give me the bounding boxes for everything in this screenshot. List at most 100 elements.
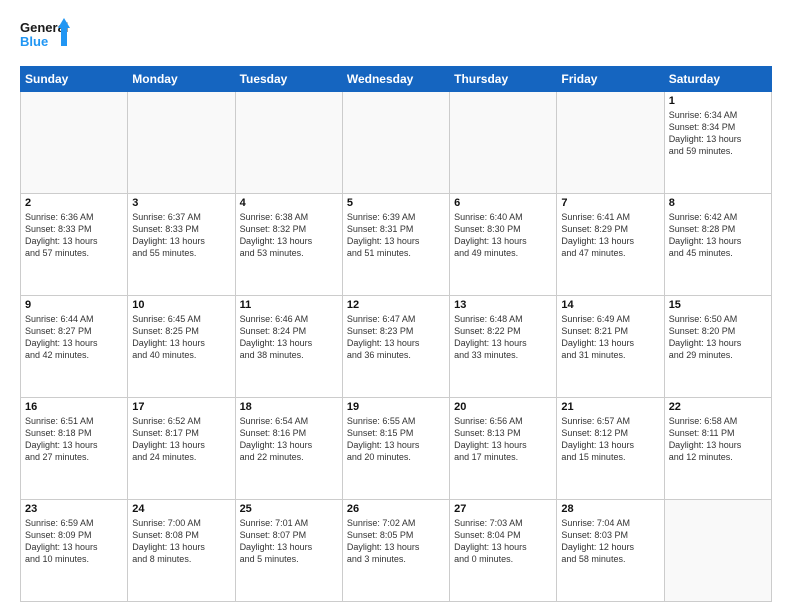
- day-info: Sunrise: 7:01 AM Sunset: 8:07 PM Dayligh…: [240, 517, 338, 566]
- day-info: Sunrise: 6:48 AM Sunset: 8:22 PM Dayligh…: [454, 313, 552, 362]
- day-info: Sunrise: 7:04 AM Sunset: 8:03 PM Dayligh…: [561, 517, 659, 566]
- day-info: Sunrise: 6:59 AM Sunset: 8:09 PM Dayligh…: [25, 517, 123, 566]
- day-info: Sunrise: 6:45 AM Sunset: 8:25 PM Dayligh…: [132, 313, 230, 362]
- day-number: 24: [132, 503, 230, 515]
- calendar-cell: 23 Sunrise: 6:59 AM Sunset: 8:09 PM Dayli…: [21, 500, 128, 602]
- logo: General Blue: [20, 16, 70, 58]
- calendar-cell: 18 Sunrise: 6:54 AM Sunset: 8:16 PM Dayli…: [235, 398, 342, 500]
- calendar-cell: [128, 92, 235, 194]
- page: General Blue SundayMondayTuesdayWednesda…: [0, 0, 792, 612]
- day-info: Sunrise: 6:49 AM Sunset: 8:21 PM Dayligh…: [561, 313, 659, 362]
- calendar-cell: 20 Sunrise: 6:56 AM Sunset: 8:13 PM Dayli…: [450, 398, 557, 500]
- day-info: Sunrise: 7:00 AM Sunset: 8:08 PM Dayligh…: [132, 517, 230, 566]
- day-number: 14: [561, 299, 659, 311]
- day-number: 13: [454, 299, 552, 311]
- day-number: 7: [561, 197, 659, 209]
- day-info: Sunrise: 6:51 AM Sunset: 8:18 PM Dayligh…: [25, 415, 123, 464]
- calendar-cell: 8 Sunrise: 6:42 AM Sunset: 8:28 PM Daylig…: [664, 194, 771, 296]
- calendar-cell: 4 Sunrise: 6:38 AM Sunset: 8:32 PM Daylig…: [235, 194, 342, 296]
- day-info: Sunrise: 6:56 AM Sunset: 8:13 PM Dayligh…: [454, 415, 552, 464]
- day-number: 11: [240, 299, 338, 311]
- day-number: 2: [25, 197, 123, 209]
- day-number: 1: [669, 95, 767, 107]
- calendar-day-header: Monday: [128, 67, 235, 92]
- calendar-header-row: SundayMondayTuesdayWednesdayThursdayFrid…: [21, 67, 772, 92]
- calendar-cell: [21, 92, 128, 194]
- calendar-day-header: Friday: [557, 67, 664, 92]
- day-number: 4: [240, 197, 338, 209]
- calendar-day-header: Wednesday: [342, 67, 449, 92]
- day-number: 19: [347, 401, 445, 413]
- calendar-cell: 24 Sunrise: 7:00 AM Sunset: 8:08 PM Dayli…: [128, 500, 235, 602]
- calendar-cell: 27Sunrise: 7:03 AM Sunset: 8:04 PM Dayli…: [450, 500, 557, 602]
- calendar-cell: 14 Sunrise: 6:49 AM Sunset: 8:21 PM Dayli…: [557, 296, 664, 398]
- calendar-week-row: 1 Sunrise: 6:34 AM Sunset: 8:34 PM Daylig…: [21, 92, 772, 194]
- day-info: Sunrise: 6:50 AM Sunset: 8:20 PM Dayligh…: [669, 313, 767, 362]
- calendar-day-header: Tuesday: [235, 67, 342, 92]
- calendar-week-row: 16 Sunrise: 6:51 AM Sunset: 8:18 PM Dayli…: [21, 398, 772, 500]
- day-number: 9: [25, 299, 123, 311]
- logo-svg: General Blue: [20, 16, 70, 58]
- day-number: 18: [240, 401, 338, 413]
- day-info: Sunrise: 6:39 AM Sunset: 8:31 PM Dayligh…: [347, 211, 445, 260]
- day-info: Sunrise: 6:47 AM Sunset: 8:23 PM Dayligh…: [347, 313, 445, 362]
- calendar-cell: 7Sunrise: 6:41 AM Sunset: 8:29 PM Daylig…: [557, 194, 664, 296]
- calendar-cell: 2 Sunrise: 6:36 AM Sunset: 8:33 PM Daylig…: [21, 194, 128, 296]
- calendar-cell: 16 Sunrise: 6:51 AM Sunset: 8:18 PM Dayli…: [21, 398, 128, 500]
- day-info: Sunrise: 7:02 AM Sunset: 8:05 PM Dayligh…: [347, 517, 445, 566]
- day-number: 23: [25, 503, 123, 515]
- calendar-week-row: 9 Sunrise: 6:44 AM Sunset: 8:27 PM Daylig…: [21, 296, 772, 398]
- calendar-day-header: Saturday: [664, 67, 771, 92]
- calendar-cell: 28 Sunrise: 7:04 AM Sunset: 8:03 PM Dayli…: [557, 500, 664, 602]
- day-info: Sunrise: 6:52 AM Sunset: 8:17 PM Dayligh…: [132, 415, 230, 464]
- day-number: 17: [132, 401, 230, 413]
- calendar-cell: 11 Sunrise: 6:46 AM Sunset: 8:24 PM Dayli…: [235, 296, 342, 398]
- day-number: 28: [561, 503, 659, 515]
- day-info: Sunrise: 6:54 AM Sunset: 8:16 PM Dayligh…: [240, 415, 338, 464]
- day-number: 22: [669, 401, 767, 413]
- day-number: 5: [347, 197, 445, 209]
- calendar-cell: 21 Sunrise: 6:57 AM Sunset: 8:12 PM Dayli…: [557, 398, 664, 500]
- day-info: Sunrise: 6:37 AM Sunset: 8:33 PM Dayligh…: [132, 211, 230, 260]
- day-info: Sunrise: 6:57 AM Sunset: 8:12 PM Dayligh…: [561, 415, 659, 464]
- calendar-cell: 15Sunrise: 6:50 AM Sunset: 8:20 PM Dayli…: [664, 296, 771, 398]
- day-info: Sunrise: 6:46 AM Sunset: 8:24 PM Dayligh…: [240, 313, 338, 362]
- day-info: Sunrise: 6:58 AM Sunset: 8:11 PM Dayligh…: [669, 415, 767, 464]
- day-number: 8: [669, 197, 767, 209]
- calendar-cell: 6 Sunrise: 6:40 AM Sunset: 8:30 PM Daylig…: [450, 194, 557, 296]
- day-info: Sunrise: 6:44 AM Sunset: 8:27 PM Dayligh…: [25, 313, 123, 362]
- day-number: 6: [454, 197, 552, 209]
- day-info: Sunrise: 6:40 AM Sunset: 8:30 PM Dayligh…: [454, 211, 552, 260]
- calendar-cell: 9 Sunrise: 6:44 AM Sunset: 8:27 PM Daylig…: [21, 296, 128, 398]
- day-number: 21: [561, 401, 659, 413]
- calendar-cell: [664, 500, 771, 602]
- day-info: Sunrise: 6:55 AM Sunset: 8:15 PM Dayligh…: [347, 415, 445, 464]
- calendar-cell: 13 Sunrise: 6:48 AM Sunset: 8:22 PM Dayli…: [450, 296, 557, 398]
- day-number: 10: [132, 299, 230, 311]
- day-number: 25: [240, 503, 338, 515]
- calendar-cell: [557, 92, 664, 194]
- calendar-cell: 17 Sunrise: 6:52 AM Sunset: 8:17 PM Dayli…: [128, 398, 235, 500]
- calendar-table: SundayMondayTuesdayWednesdayThursdayFrid…: [20, 66, 772, 602]
- calendar-cell: [342, 92, 449, 194]
- day-info: Sunrise: 6:38 AM Sunset: 8:32 PM Dayligh…: [240, 211, 338, 260]
- day-info: Sunrise: 6:36 AM Sunset: 8:33 PM Dayligh…: [25, 211, 123, 260]
- calendar-day-header: Thursday: [450, 67, 557, 92]
- calendar-cell: 5 Sunrise: 6:39 AM Sunset: 8:31 PM Daylig…: [342, 194, 449, 296]
- day-info: Sunrise: 7:03 AM Sunset: 8:04 PM Dayligh…: [454, 517, 552, 566]
- day-number: 26: [347, 503, 445, 515]
- calendar-cell: 1 Sunrise: 6:34 AM Sunset: 8:34 PM Daylig…: [664, 92, 771, 194]
- day-number: 16: [25, 401, 123, 413]
- day-info: Sunrise: 6:34 AM Sunset: 8:34 PM Dayligh…: [669, 109, 767, 158]
- calendar-week-row: 2 Sunrise: 6:36 AM Sunset: 8:33 PM Daylig…: [21, 194, 772, 296]
- calendar-cell: 25 Sunrise: 7:01 AM Sunset: 8:07 PM Dayli…: [235, 500, 342, 602]
- calendar-cell: [235, 92, 342, 194]
- day-info: Sunrise: 6:42 AM Sunset: 8:28 PM Dayligh…: [669, 211, 767, 260]
- svg-text:Blue: Blue: [20, 34, 48, 49]
- calendar-cell: 10 Sunrise: 6:45 AM Sunset: 8:25 PM Dayli…: [128, 296, 235, 398]
- day-number: 3: [132, 197, 230, 209]
- header: General Blue: [20, 16, 772, 58]
- day-number: 20: [454, 401, 552, 413]
- calendar-cell: 3 Sunrise: 6:37 AM Sunset: 8:33 PM Daylig…: [128, 194, 235, 296]
- calendar-day-header: Sunday: [21, 67, 128, 92]
